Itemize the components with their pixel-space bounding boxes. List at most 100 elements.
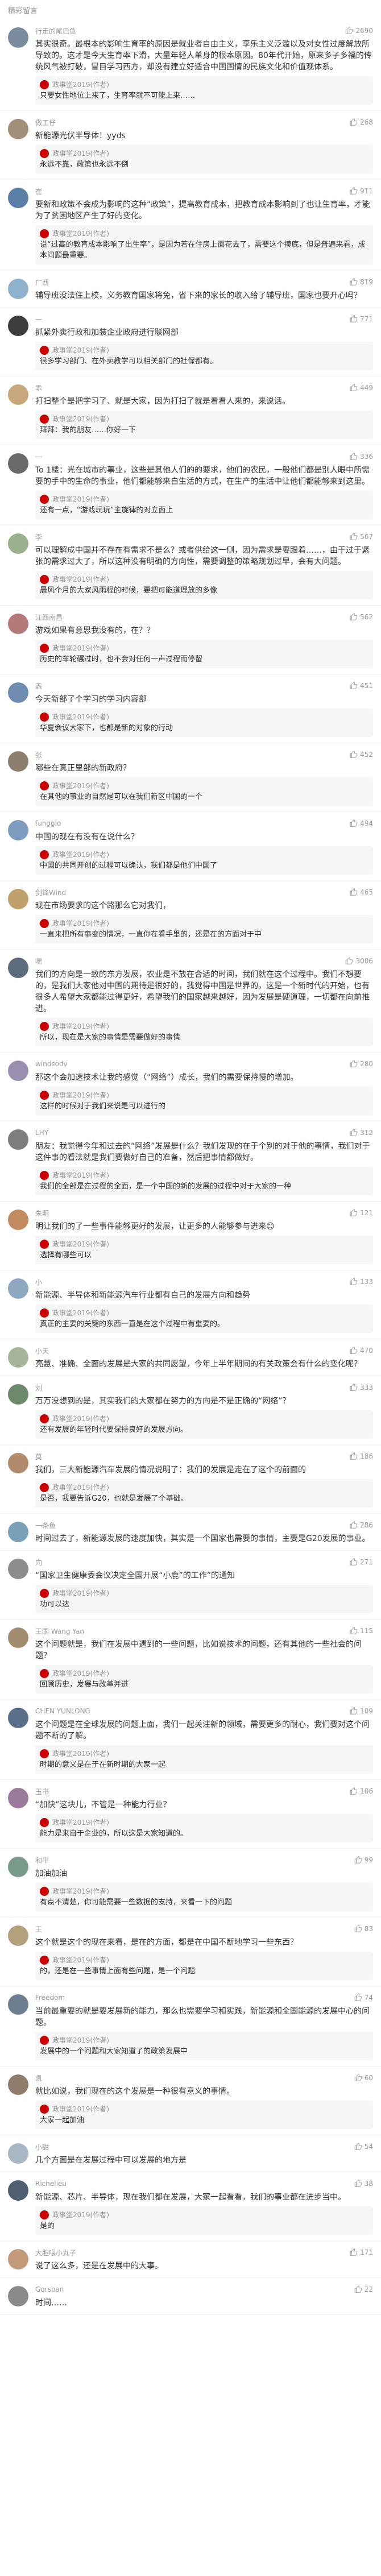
comment-username[interactable]: 小天	[35, 1346, 49, 1356]
comment-username[interactable]: 朱明	[35, 1208, 49, 1218]
like-button[interactable]: 22	[354, 2285, 373, 2293]
comment-username[interactable]: Richelieu	[35, 2180, 67, 2188]
avatar[interactable]	[8, 1453, 28, 1473]
avatar[interactable]	[8, 1559, 28, 1579]
comment-username[interactable]: 李	[35, 532, 42, 542]
like-button[interactable]: 452	[350, 751, 373, 759]
avatar[interactable]	[8, 119, 28, 139]
like-button[interactable]: 38	[354, 2180, 373, 2188]
like-button[interactable]: 449	[350, 384, 373, 392]
like-button[interactable]: 121	[350, 1209, 373, 1217]
comment-username[interactable]: 向	[35, 1558, 42, 1567]
like-button[interactable]: 333	[350, 1384, 373, 1391]
comment-username[interactable]: 嘿	[35, 956, 42, 966]
like-button[interactable]: 83	[354, 1925, 373, 1933]
avatar[interactable]	[8, 453, 28, 474]
avatar[interactable]	[8, 1384, 28, 1405]
comment-username[interactable]: —	[35, 315, 42, 323]
comment-username[interactable]: 江西南昌	[35, 612, 63, 622]
comment-username[interactable]: 崔	[35, 187, 42, 196]
comment-username[interactable]: 鑫	[35, 681, 42, 691]
like-button[interactable]: 133	[350, 1278, 373, 1286]
comment-username[interactable]: 行走的尾巴鱼	[35, 26, 76, 36]
like-button[interactable]: 911	[350, 187, 373, 195]
like-button[interactable]: 106	[350, 1787, 373, 1795]
like-button[interactable]: 2690	[345, 27, 373, 35]
comment-username[interactable]: 小甜	[35, 2142, 49, 2152]
avatar[interactable]	[8, 751, 28, 772]
like-button[interactable]: 3006	[345, 957, 373, 965]
avatar[interactable]	[8, 316, 28, 336]
avatar[interactable]	[8, 1857, 28, 1877]
avatar[interactable]	[8, 682, 28, 703]
avatar[interactable]	[8, 1522, 28, 1542]
like-button[interactable]: 74	[354, 1994, 373, 2002]
avatar[interactable]	[8, 1994, 28, 2015]
avatar[interactable]	[8, 1061, 28, 1081]
comment-username[interactable]: 和平	[35, 1856, 49, 1865]
comment-username[interactable]: 王	[35, 1924, 42, 1934]
avatar[interactable]	[8, 1788, 28, 1808]
comment-username[interactable]: windsodv	[35, 1060, 68, 1068]
comment-username[interactable]: LHY	[35, 1129, 48, 1137]
avatar[interactable]	[8, 1708, 28, 1728]
comment-username[interactable]: 大胆喂小丸子	[35, 2248, 76, 2258]
comment-username[interactable]: 玉书	[35, 1787, 49, 1796]
avatar[interactable]	[8, 1925, 28, 1946]
avatar[interactable]	[8, 2074, 28, 2095]
like-button[interactable]: 567	[350, 533, 373, 541]
comment-username[interactable]: Freedom	[35, 1994, 65, 2002]
like-button[interactable]: 271	[350, 1558, 373, 1566]
like-button[interactable]: 99	[354, 1856, 373, 1864]
like-button[interactable]: 109	[350, 1707, 373, 1715]
avatar[interactable]	[8, 1129, 28, 1150]
comment-username[interactable]: 一条鱼	[35, 1521, 56, 1530]
avatar[interactable]	[8, 958, 28, 978]
avatar[interactable]	[8, 533, 28, 554]
comment-username[interactable]: 凯	[35, 2073, 42, 2083]
comment-username[interactable]: 莫	[35, 1452, 42, 1461]
like-button[interactable]: 171	[350, 2248, 373, 2256]
comment-username[interactable]: Gorsban	[35, 2285, 64, 2293]
avatar[interactable]	[8, 2143, 28, 2164]
like-button[interactable]: 286	[350, 1521, 373, 1529]
like-button[interactable]: 465	[350, 888, 373, 896]
avatar[interactable]	[8, 2249, 28, 2269]
like-button[interactable]: 819	[350, 278, 373, 286]
like-button[interactable]: 268	[350, 118, 373, 126]
like-button[interactable]: 312	[350, 1129, 373, 1137]
like-button[interactable]: 771	[350, 315, 373, 323]
like-button[interactable]: 186	[350, 1452, 373, 1460]
like-button[interactable]: 470	[350, 1347, 373, 1355]
like-button[interactable]: 60	[354, 2074, 373, 2082]
comment-username[interactable]: 剑锋Wind	[35, 888, 66, 897]
like-button[interactable]: 494	[350, 819, 373, 827]
like-button[interactable]: 115	[350, 1627, 373, 1635]
avatar[interactable]	[8, 1627, 28, 1648]
comment-username[interactable]: 做工仔	[35, 118, 56, 127]
comment-username[interactable]: 王国 Wang Yan	[35, 1626, 84, 1636]
comment-username[interactable]: 广西	[35, 278, 49, 287]
avatar[interactable]	[8, 27, 28, 48]
avatar[interactable]	[8, 279, 28, 299]
like-button[interactable]: 280	[350, 1060, 373, 1068]
avatar[interactable]	[8, 614, 28, 634]
comment-username[interactable]: 张	[35, 750, 42, 760]
like-button[interactable]: 562	[350, 613, 373, 621]
comment-username[interactable]: —	[35, 453, 42, 461]
like-button[interactable]: 54	[354, 2143, 373, 2151]
avatar[interactable]	[8, 889, 28, 909]
avatar[interactable]	[8, 384, 28, 405]
avatar[interactable]	[8, 1210, 28, 1230]
comment-username[interactable]: 小	[35, 1277, 42, 1287]
comment-username[interactable]: CHEN YUNLONG	[35, 1707, 90, 1715]
avatar[interactable]	[8, 2286, 28, 2306]
like-button[interactable]: 336	[350, 453, 373, 461]
avatar[interactable]	[8, 2180, 28, 2201]
avatar[interactable]	[8, 188, 28, 208]
comment-username[interactable]: 刘	[35, 1383, 42, 1393]
avatar[interactable]	[8, 1278, 28, 1299]
avatar[interactable]	[8, 820, 28, 840]
comment-username[interactable]: 乖	[35, 383, 42, 393]
avatar[interactable]	[8, 1347, 28, 1368]
